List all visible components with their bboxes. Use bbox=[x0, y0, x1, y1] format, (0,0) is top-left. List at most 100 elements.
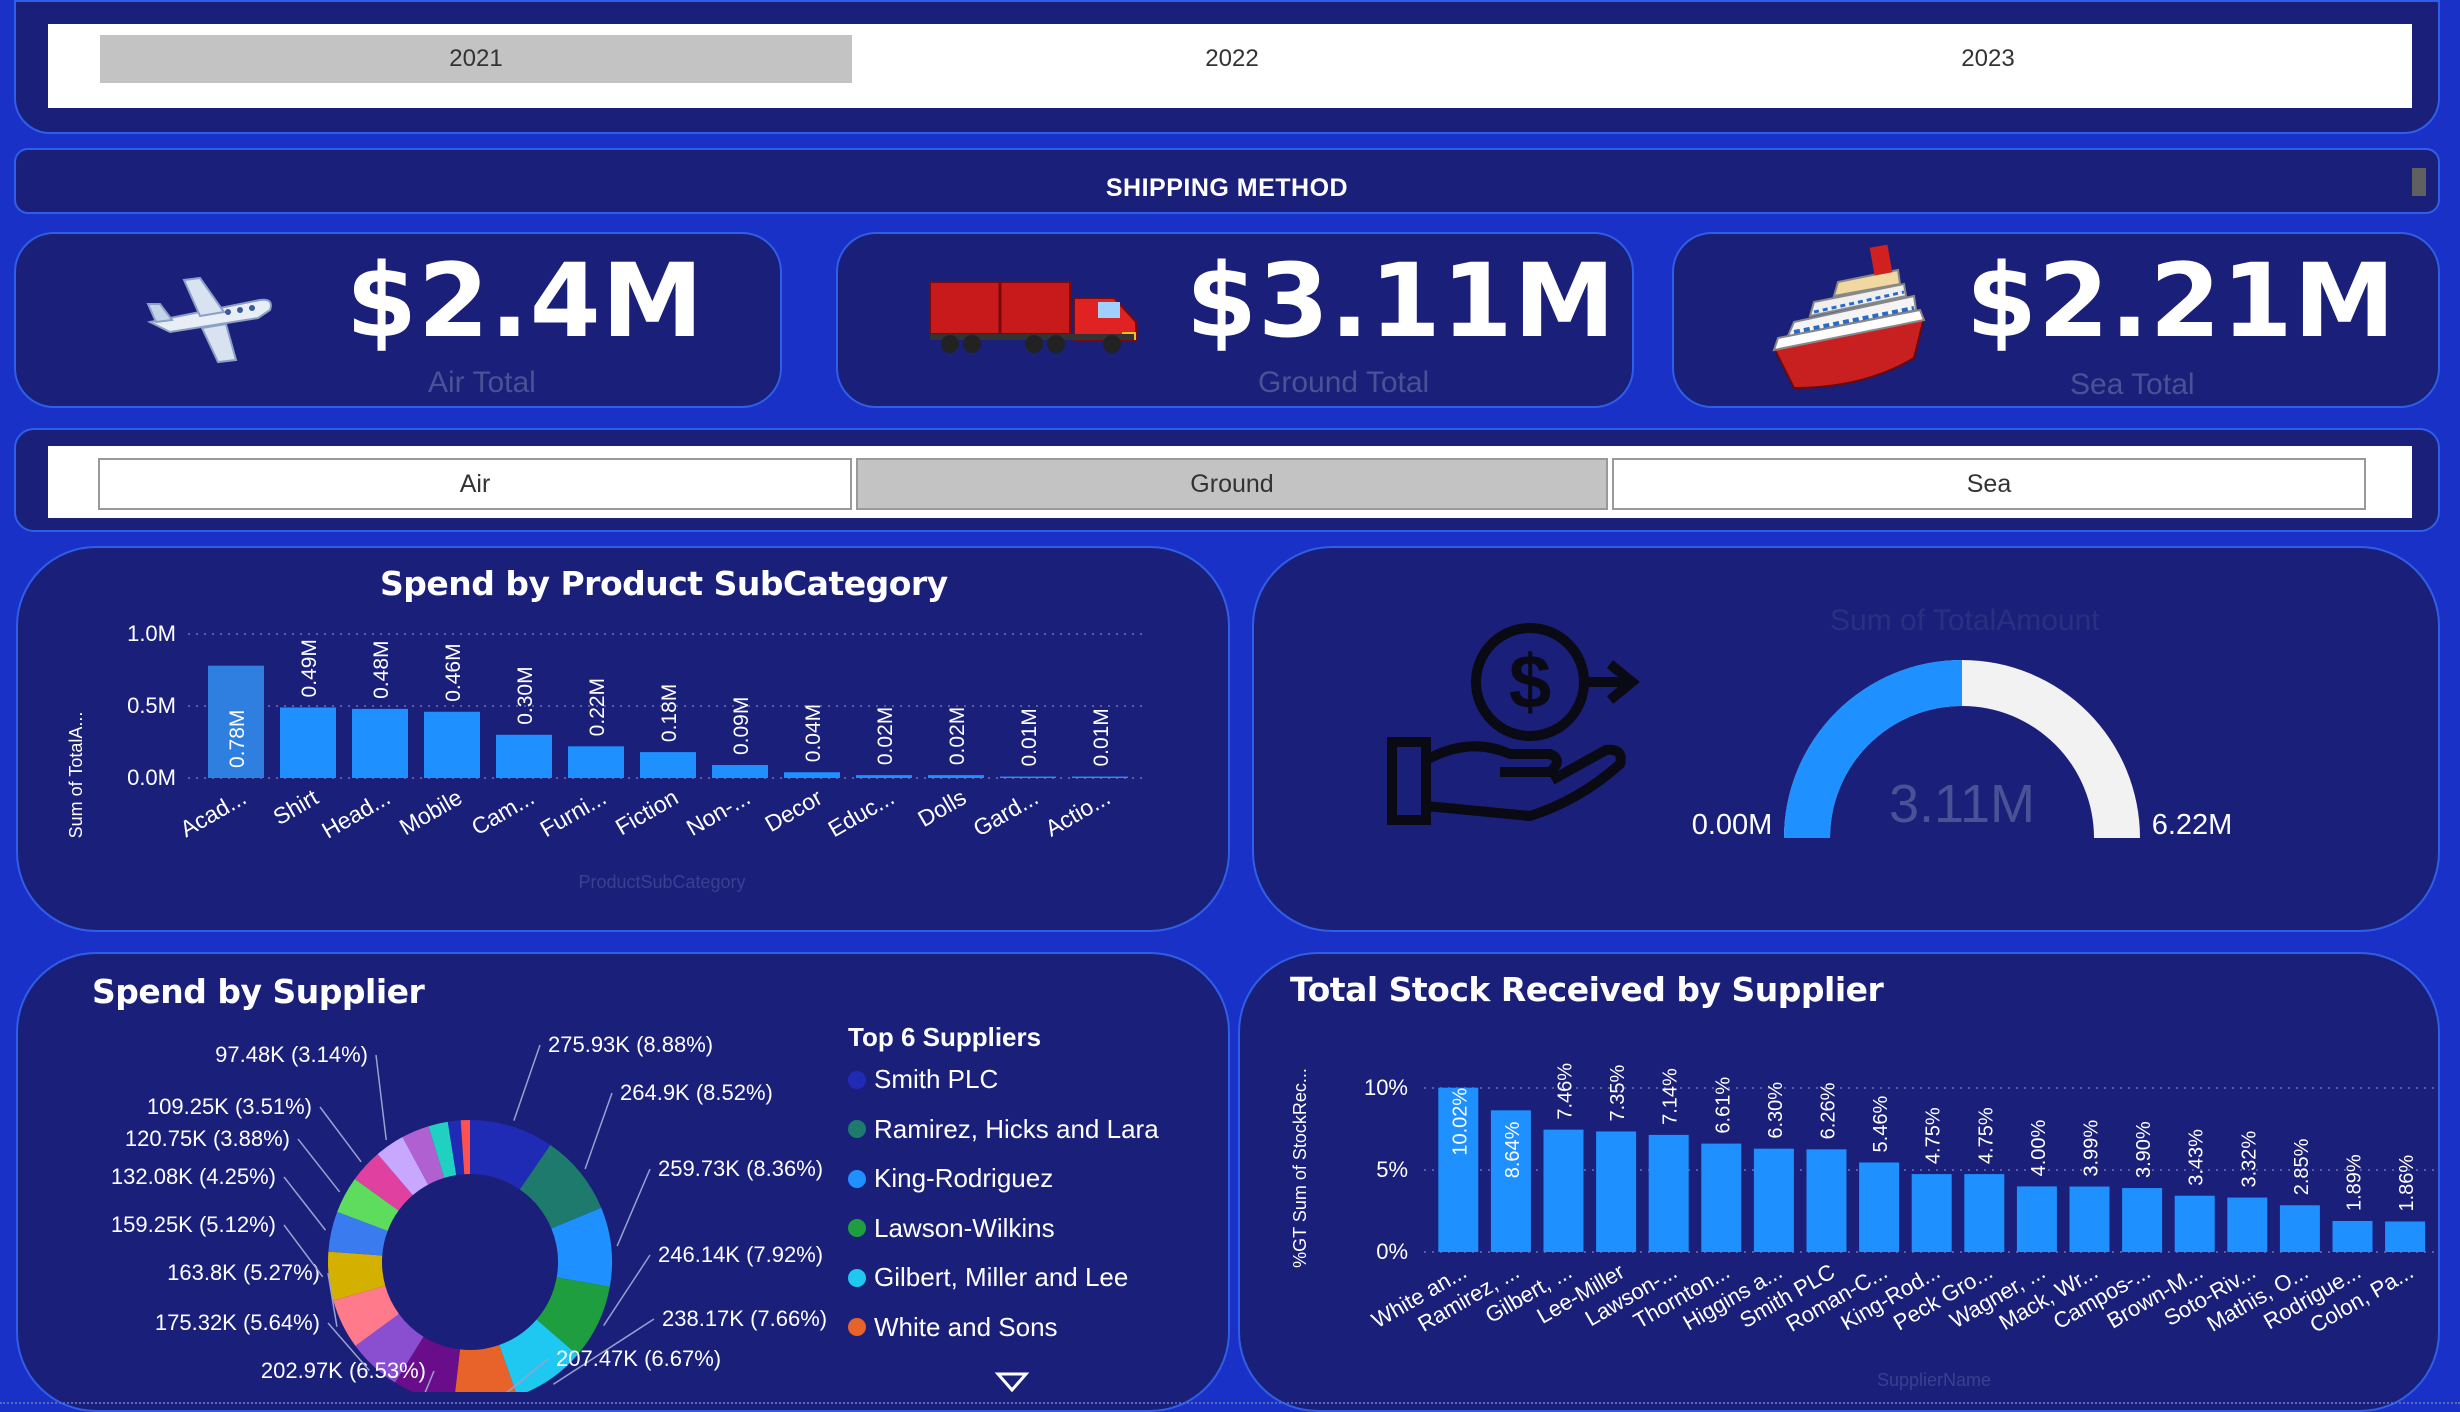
subcategory-x-tick: Mobile bbox=[395, 784, 467, 840]
subcategory-x-tick: Dolls bbox=[913, 784, 970, 832]
subcategory-x-tick: Gard... bbox=[969, 784, 1043, 842]
supplier-legend-item[interactable]: King-Rodriguez bbox=[848, 1163, 1053, 1194]
stock-data-label: 4.75% bbox=[1923, 1107, 1945, 1164]
donut-leader-line bbox=[616, 1168, 651, 1247]
chevron-down-icon[interactable] bbox=[994, 1370, 1030, 1394]
stock-bar[interactable] bbox=[1964, 1174, 2005, 1252]
subcategory-bar[interactable] bbox=[1072, 776, 1128, 778]
stock-bar[interactable] bbox=[1596, 1131, 1637, 1252]
subcategory-bar[interactable] bbox=[856, 775, 912, 778]
sea-total-label: Sea Total bbox=[2070, 368, 2195, 401]
stock-data-label: 8.64% bbox=[1502, 1121, 1524, 1178]
air-total-value: $2.4M bbox=[346, 242, 705, 361]
stock-data-label: 3.90% bbox=[2133, 1121, 2155, 1178]
donut-leader-line bbox=[513, 1044, 541, 1121]
donut-data-label: 207.47K (6.67%) bbox=[556, 1346, 721, 1371]
donut-leader-line bbox=[283, 1176, 327, 1231]
subcategory-x-tick: Head... bbox=[317, 784, 394, 844]
supplier-legend-item[interactable]: Ramirez, Hicks and Lara bbox=[848, 1114, 1159, 1145]
subcategory-bar[interactable] bbox=[640, 752, 696, 778]
donut-data-label: 120.75K (3.88%) bbox=[125, 1126, 290, 1151]
stock-bar[interactable] bbox=[1648, 1134, 1689, 1252]
subcategory-y-tick: 1.0M bbox=[127, 621, 176, 646]
supplier-legend-item[interactable]: Gilbert, Miller and Lee bbox=[848, 1262, 1128, 1293]
subcategory-data-label: 0.78M bbox=[226, 710, 249, 768]
stock-bar[interactable] bbox=[2227, 1197, 2268, 1252]
legend-label: White and Sons bbox=[874, 1311, 1058, 1342]
stock-data-label: 7.14% bbox=[1660, 1068, 1682, 1125]
gauge-max: 6.22M bbox=[2152, 809, 2233, 841]
subcategory-bar[interactable] bbox=[712, 765, 768, 778]
subcategory-x-tick: Cam... bbox=[467, 784, 539, 840]
donut-data-label: 238.17K (7.66%) bbox=[662, 1306, 827, 1331]
stock-bar[interactable] bbox=[1543, 1129, 1584, 1252]
subcategory-data-label: 0.04M bbox=[802, 704, 825, 762]
gauge-min: 0.00M bbox=[1692, 809, 1773, 841]
subcategory-y-tick: 0.5M bbox=[127, 693, 176, 718]
stock-bar[interactable] bbox=[2174, 1195, 2215, 1252]
subcategory-x-tick: Decor bbox=[760, 784, 826, 837]
year-2022-button[interactable]: 2022 bbox=[856, 35, 1608, 83]
supplier-legend-item[interactable]: Smith PLC bbox=[848, 1064, 998, 1095]
donut-data-label: 202.97K (6.53%) bbox=[261, 1358, 426, 1383]
year-2021-button[interactable]: 2021 bbox=[100, 35, 852, 83]
mode-sea-button[interactable]: Sea bbox=[1612, 458, 2366, 510]
subcategory-bar[interactable] bbox=[568, 746, 624, 778]
legend-label: Gilbert, Miller and Lee bbox=[874, 1262, 1129, 1292]
stock-data-label: 1.89% bbox=[2344, 1154, 2366, 1211]
donut-leader-line bbox=[297, 1138, 341, 1193]
stock-bar[interactable] bbox=[1859, 1162, 1900, 1252]
legend-label: Smith PLC bbox=[874, 1064, 999, 1094]
subcategory-y-tick: 0.0M bbox=[127, 765, 176, 790]
subcategory-data-label: 0.02M bbox=[874, 707, 897, 765]
legend-color-swatch bbox=[848, 1070, 866, 1089]
donut-data-label: 109.25K (3.51%) bbox=[147, 1094, 312, 1119]
supplier-legend-item[interactable]: Lawson-Wilkins bbox=[848, 1213, 1055, 1244]
stock-bar[interactable] bbox=[2385, 1221, 2426, 1252]
stock-data-label: 6.61% bbox=[1712, 1077, 1734, 1134]
subcategory-bar[interactable] bbox=[496, 734, 552, 778]
stock-bar[interactable] bbox=[2279, 1205, 2320, 1252]
stock-bar[interactable] bbox=[1806, 1149, 1847, 1252]
legend-color-swatch bbox=[848, 1169, 866, 1188]
airplane-icon bbox=[146, 276, 272, 364]
stock-data-label: 7.46% bbox=[1555, 1063, 1577, 1120]
gauge-title: Sum of TotalAmount bbox=[1830, 604, 2100, 637]
stock-bar[interactable] bbox=[2016, 1186, 2057, 1252]
legend-color-swatch bbox=[848, 1120, 866, 1138]
ship-icon bbox=[1772, 244, 1926, 390]
subcategory-bar[interactable] bbox=[424, 711, 480, 778]
svg-text:$: $ bbox=[1509, 640, 1551, 725]
stock-bar[interactable] bbox=[1911, 1174, 1952, 1252]
sea-kpi-card: $2.21M Sea Total bbox=[1672, 232, 2440, 408]
air-total-label: Air Total bbox=[428, 366, 536, 399]
stock-bar[interactable] bbox=[1753, 1148, 1794, 1252]
scrollbar-thumb[interactable] bbox=[2412, 168, 2426, 196]
subcategory-data-label: 0.49M bbox=[298, 639, 321, 697]
subcategory-bar[interactable] bbox=[280, 707, 336, 778]
stock-bar[interactable] bbox=[2069, 1186, 2110, 1252]
year-2023-button[interactable]: 2023 bbox=[1612, 35, 2364, 83]
stock-bar[interactable] bbox=[2122, 1188, 2163, 1252]
stock-bar[interactable] bbox=[1701, 1143, 1742, 1252]
air-kpi-card: $2.4M Air Total bbox=[14, 232, 782, 408]
shipping-method-title: SHIPPING METHOD bbox=[1105, 174, 1349, 202]
mode-air-button[interactable]: Air bbox=[98, 458, 852, 510]
subcategory-data-label: 0.22M bbox=[586, 678, 609, 736]
subcategory-bar[interactable] bbox=[784, 772, 840, 778]
donut-leader-line bbox=[375, 1054, 387, 1141]
subcategory-bar[interactable] bbox=[352, 708, 408, 778]
truck-icon bbox=[929, 281, 1137, 353]
subcategory-bar-chart: Sum of TotalA... ProductSubCategory 1.0M… bbox=[66, 621, 1148, 892]
stock-data-label: 4.75% bbox=[1975, 1107, 1997, 1164]
subcategory-data-label: 0.01M bbox=[1090, 708, 1113, 766]
stock-y-axis-label: %GT Sum of StockRec... bbox=[1290, 1068, 1310, 1268]
subcategory-bar[interactable] bbox=[928, 775, 984, 778]
mode-ground-button[interactable]: Ground bbox=[856, 458, 1608, 510]
supplier-legend-item[interactable]: White and Sons bbox=[848, 1312, 1058, 1343]
sea-total-value: $2.21M bbox=[1966, 242, 2397, 361]
subcategory-bar[interactable] bbox=[1000, 776, 1056, 778]
stock-bar[interactable] bbox=[2332, 1221, 2373, 1252]
stock-data-label: 2.85% bbox=[2291, 1138, 2313, 1195]
total-amount-gauge: Sum of TotalAmount 3.11M 0.00M 6.22M bbox=[1692, 604, 2233, 841]
